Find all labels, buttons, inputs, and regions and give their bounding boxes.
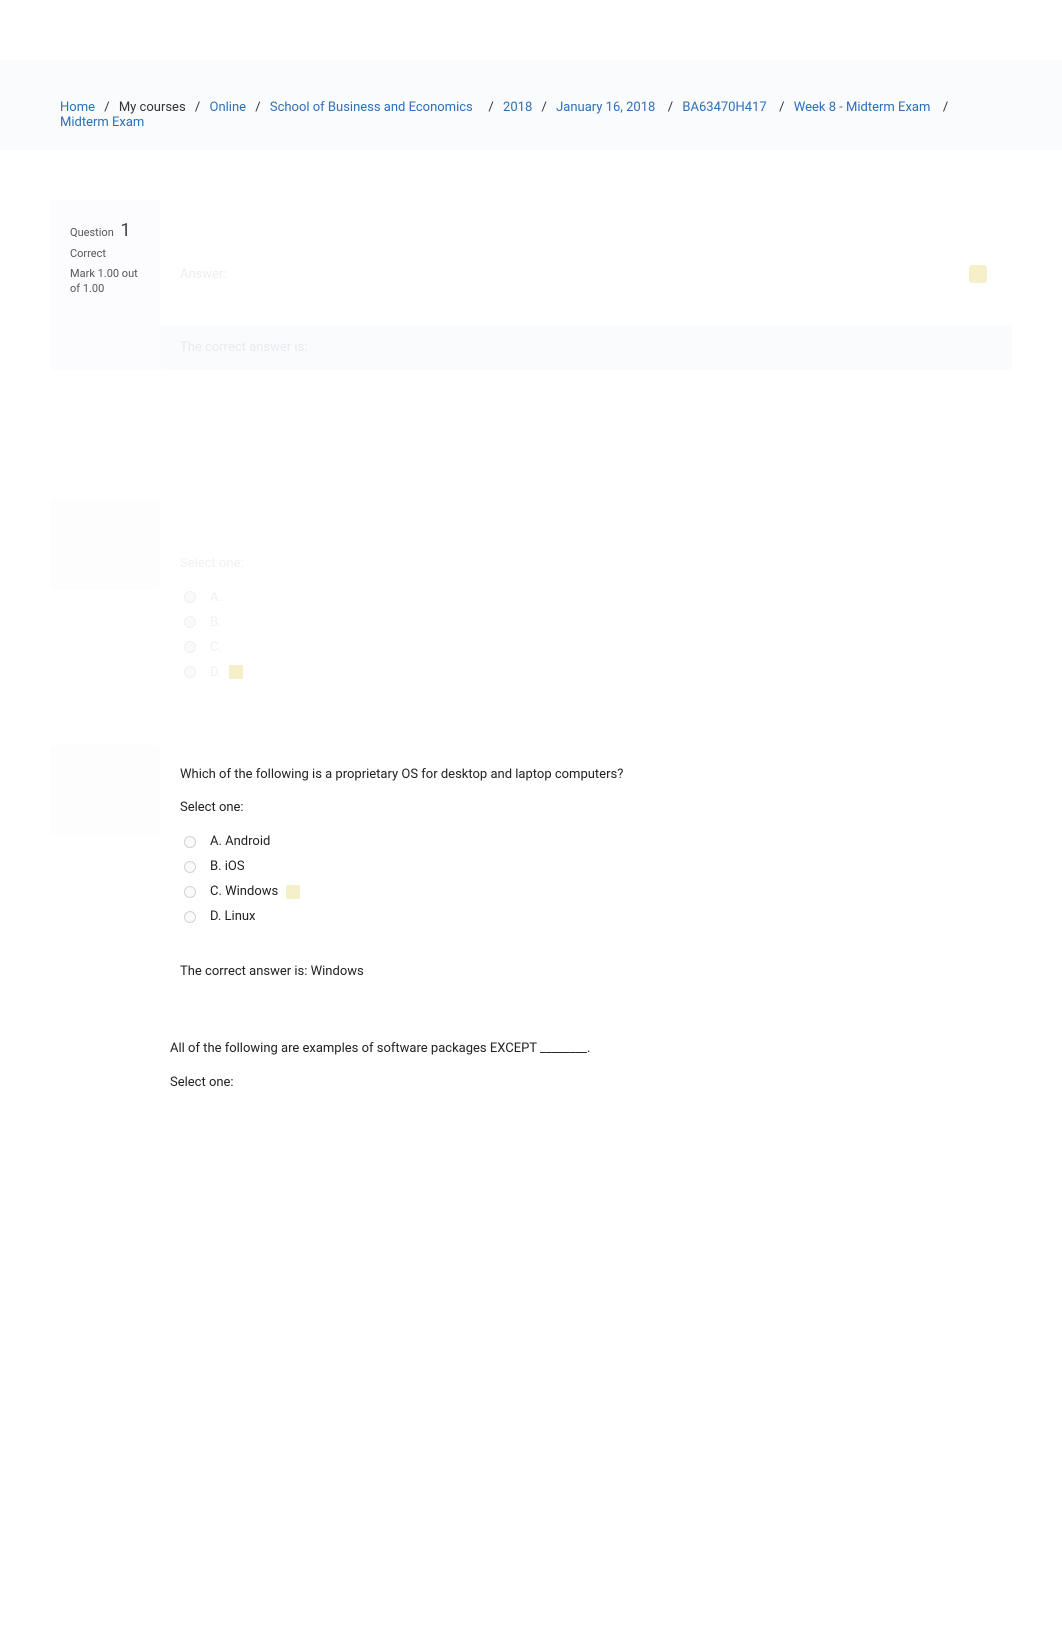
breadcrumb-sep: / [255, 100, 260, 115]
select-one-label: Select one: [180, 556, 992, 571]
option-c[interactable]: C. [180, 635, 992, 660]
breadcrumb-year[interactable]: 2018 [503, 100, 532, 115]
question-4-block: All of the following are examples of sof… [170, 1039, 1012, 1090]
breadcrumb-sep: / [776, 100, 785, 115]
option-b[interactable]: B. [180, 610, 992, 635]
radio-icon [184, 911, 196, 923]
select-one-label: Select one: [170, 1075, 1012, 1090]
question-3-card: Which of the following is a proprietary … [50, 745, 1012, 1000]
option-d-label: D. Linux [210, 909, 256, 924]
breadcrumb-week[interactable]: Week 8 - Midterm Exam [794, 100, 931, 115]
option-d-label: D. [210, 665, 221, 680]
radio-icon [184, 591, 196, 603]
correct-tick-icon [229, 665, 243, 679]
breadcrumb-sep: / [665, 100, 674, 115]
question-1-card: Question 1 Correct Mark 1.00 out of 1.00… [50, 200, 1012, 370]
breadcrumb-date[interactable]: January 16, 2018 [556, 100, 655, 115]
question-3-body: Which of the following is a proprietary … [160, 745, 1012, 1000]
breadcrumb-sep: / [940, 100, 949, 115]
question-1-answer-row: Answer: [160, 253, 1012, 295]
breadcrumb-mycourses: My courses [119, 100, 186, 115]
option-b-label: B. iOS [210, 859, 245, 874]
breadcrumb-sep: / [104, 100, 109, 115]
radio-icon [184, 886, 196, 898]
radio-icon [184, 616, 196, 628]
breadcrumb-school[interactable]: School of Business and Economics [270, 100, 473, 115]
correct-tick-icon [286, 885, 300, 899]
question-1-text [160, 200, 1012, 253]
option-a-label: A. Android [210, 834, 270, 849]
breadcrumb-home[interactable]: Home [60, 100, 95, 115]
radio-icon [184, 666, 196, 678]
question-3-meta [50, 745, 160, 835]
breadcrumb-sep: / [542, 100, 547, 115]
option-b-label: B. [210, 615, 222, 630]
option-c[interactable]: C. Windows [180, 879, 992, 904]
question-3-text: Which of the following is a proprietary … [180, 765, 992, 785]
question-mark: Mark 1.00 out of 1.00 [70, 266, 150, 297]
question-2-card: Select one: A. B. C. D. [50, 500, 1012, 705]
option-d[interactable]: D. Linux [180, 904, 992, 929]
radio-icon [184, 836, 196, 848]
question-3-feedback: The correct answer is: Windows [180, 964, 992, 979]
option-d[interactable]: D. [180, 660, 992, 685]
answer-placeholder: Answer: [180, 267, 227, 282]
breadcrumb-sep: / [482, 100, 494, 115]
select-one-label: Select one: [180, 800, 992, 815]
option-a-label: A. [210, 590, 222, 605]
question-number: 1 [121, 220, 131, 241]
option-a[interactable]: A. Android [180, 829, 992, 854]
radio-icon [184, 641, 196, 653]
question-2-meta [50, 500, 160, 590]
question-label: Question [70, 226, 114, 239]
question-1-feedback: The correct answer is: [160, 325, 1012, 370]
option-c-label: C. [210, 640, 222, 655]
option-b[interactable]: B. iOS [180, 854, 992, 879]
question-status: Correct [70, 247, 150, 260]
radio-icon [184, 861, 196, 873]
option-c-label: C. Windows [210, 884, 278, 899]
breadcrumb-activity[interactable]: Midterm Exam [60, 115, 144, 130]
question-4-text: All of the following are examples of sof… [170, 1039, 1012, 1059]
question-1-meta: Question 1 Correct Mark 1.00 out of 1.00 [50, 200, 160, 370]
breadcrumb-online[interactable]: Online [210, 100, 247, 115]
breadcrumb-sep: / [195, 100, 200, 115]
breadcrumb-course[interactable]: BA63470H417 [682, 100, 766, 115]
question-2-body: Select one: A. B. C. D. [160, 500, 1012, 705]
option-a[interactable]: A. [180, 585, 992, 610]
correct-tick-icon [969, 265, 987, 283]
breadcrumb: Home / My courses / Online / School of B… [0, 60, 1062, 150]
